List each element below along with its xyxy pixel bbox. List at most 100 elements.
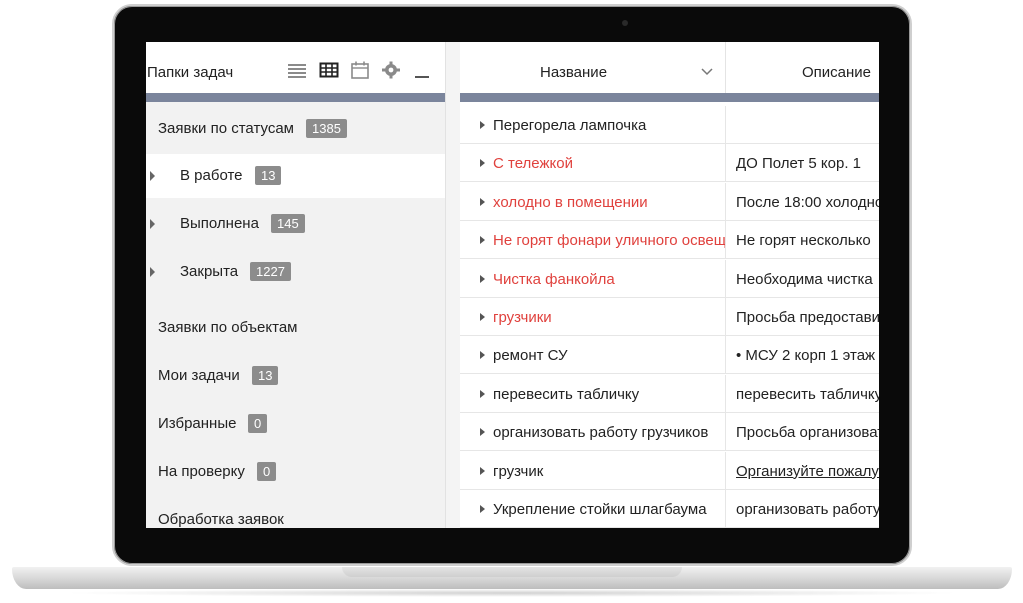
cell-separator <box>725 221 726 260</box>
folder-label: Мои задачи <box>158 367 240 384</box>
folder-label: В работе <box>180 167 243 184</box>
sort-chevron-down-icon[interactable] <box>700 67 714 77</box>
cell-separator <box>725 374 726 413</box>
row-expand-icon[interactable] <box>480 505 485 513</box>
task-description-cell: • МСУ 2 корп 1 этаж <box>736 347 876 365</box>
table-row[interactable]: С тележкой ДО Полет 5 кор. 1 <box>460 144 879 183</box>
table-row[interactable]: грузчики Просьба предоставить <box>460 298 879 336</box>
expand-arrow-icon[interactable] <box>150 171 155 181</box>
row-expand-icon[interactable] <box>480 121 485 129</box>
gear-icon[interactable] <box>381 61 401 79</box>
task-name-cell[interactable]: организовать работу грузчиков <box>493 424 725 441</box>
table-header-bar <box>460 93 879 102</box>
task-table: Название Описание Перегорела лампочка С т… <box>460 42 879 528</box>
cell-separator <box>725 144 726 183</box>
task-description-link[interactable]: Организуйте пожалуйста <box>736 463 879 480</box>
folder-item[interactable]: На проверку 0 <box>146 450 445 494</box>
table-row[interactable]: Укрепление стойки шлагбаума организовать … <box>460 490 879 528</box>
list-view-icon[interactable] <box>287 61 307 79</box>
folder-label: На проверку <box>158 463 245 480</box>
folder-panel-title: Папки задач <box>147 64 234 81</box>
folder-item[interactable]: Выполнена 145 <box>146 202 445 246</box>
row-expand-icon[interactable] <box>480 197 485 206</box>
folder-item[interactable]: Обработка заявок <box>146 498 445 528</box>
folder-label: Закрыта <box>180 263 239 280</box>
cell-separator <box>725 298 726 336</box>
row-expand-icon[interactable] <box>480 351 485 360</box>
task-name-cell[interactable]: Чистка фанкойла <box>493 271 725 288</box>
count-badge: 13 <box>255 166 282 185</box>
table-row[interactable]: организовать работу грузчиков Просьба орг… <box>460 413 879 452</box>
table-row[interactable]: Перегорела лампочка <box>460 106 879 144</box>
task-description-cell: ДО Полет 5 кор. 1 <box>736 155 862 173</box>
folder-label: Заявки по объектам <box>158 319 298 336</box>
count-badge: 0 <box>257 462 277 481</box>
row-expand-icon[interactable] <box>480 428 485 437</box>
task-name-cell[interactable]: С тележкой <box>493 155 725 172</box>
folder-label: Избранные <box>158 415 237 432</box>
count-badge: 13 <box>252 366 279 385</box>
row-expand-icon[interactable] <box>480 466 485 475</box>
folder-label: Заявки по статусам <box>158 120 294 137</box>
task-description-cell: Не горят несколько <box>736 232 871 250</box>
cell-separator <box>725 182 726 221</box>
folder-item[interactable]: В работе 13 <box>146 154 445 198</box>
count-badge: 0 <box>248 414 268 433</box>
row-expand-icon[interactable] <box>480 236 485 245</box>
task-name-cell[interactable]: холодно в помещении <box>493 194 725 211</box>
count-badge: 1227 <box>250 262 291 281</box>
cell-separator <box>725 336 726 375</box>
task-description-cell: Просьба организовать <box>736 424 879 442</box>
row-expand-icon[interactable] <box>480 274 485 283</box>
task-description-cell: Необходима чистка <box>736 270 873 288</box>
task-name-cell[interactable]: перевесить табличку <box>493 386 725 403</box>
laptop-notch <box>342 567 682 577</box>
task-name-cell[interactable]: грузчик <box>493 463 725 480</box>
cell-separator <box>725 259 726 298</box>
table-row[interactable]: ремонт СУ • МСУ 2 корп 1 этаж <box>460 336 879 375</box>
row-expand-icon[interactable] <box>480 313 485 321</box>
task-description-cell: После 18:00 холодно <box>736 193 879 211</box>
folder-item[interactable]: Мои задачи 13 <box>146 354 445 398</box>
folder-panel: Папки задач Заявки по статусам 1385 В ра… <box>146 42 445 528</box>
cell-separator <box>725 451 726 490</box>
laptop-shadow <box>60 589 964 597</box>
minimize-icon[interactable] <box>412 61 432 79</box>
screen: Папки задач Заявки по статусам 1385 В ра… <box>146 42 879 528</box>
folder-item[interactable]: Избранные 0 <box>146 402 445 446</box>
folder-item[interactable]: Закрыта 1227 <box>146 250 445 294</box>
folder-label: Выполнена <box>180 215 259 232</box>
folder-item[interactable]: Заявки по статусам 1385 <box>146 107 445 151</box>
column-separator[interactable] <box>725 42 726 93</box>
table-header: Название Описание <box>460 42 879 93</box>
task-name-cell[interactable]: грузчики <box>493 309 725 326</box>
task-name-cell[interactable]: ремонт СУ <box>493 347 725 364</box>
table-row[interactable]: перевесить табличку перевесить табличку <box>460 374 879 413</box>
table-row[interactable]: холодно в помещении После 18:00 холодно <box>460 182 879 221</box>
task-description-cell: перевесить табличку <box>736 385 879 403</box>
row-expand-icon[interactable] <box>480 389 485 398</box>
table-row[interactable]: грузчик Организуйте пожалуйста <box>460 451 879 490</box>
table-row[interactable]: Чистка фанкойла Необходима чистка <box>460 259 879 298</box>
folder-item[interactable]: Заявки по объектам <box>146 306 445 350</box>
task-name-cell[interactable]: Перегорела лампочка <box>493 117 725 134</box>
table-view-icon[interactable] <box>319 61 339 79</box>
cell-separator <box>725 106 726 144</box>
calendar-icon[interactable] <box>350 61 370 79</box>
table-row[interactable]: Не горят фонари уличного освещения Не гор… <box>460 221 879 260</box>
column-header-description[interactable]: Описание <box>802 64 871 81</box>
folder-panel-bar <box>146 93 445 102</box>
expand-arrow-icon[interactable] <box>150 219 155 229</box>
task-description-cell: Просьба предоставить <box>736 309 879 326</box>
row-expand-icon[interactable] <box>480 159 485 168</box>
task-name-cell[interactable]: Не горят фонари уличного освещения <box>493 232 725 249</box>
column-header-name[interactable]: Название <box>540 64 607 81</box>
count-badge: 145 <box>271 214 305 233</box>
expand-arrow-icon[interactable] <box>150 267 155 277</box>
cell-separator <box>725 413 726 452</box>
count-badge: 1385 <box>306 119 347 138</box>
task-name-cell[interactable]: Укрепление стойки шлагбаума <box>493 501 725 518</box>
task-description-cell: организовать работу <box>736 501 879 518</box>
folder-label: Обработка заявок <box>158 511 284 528</box>
panel-splitter[interactable] <box>445 42 460 528</box>
